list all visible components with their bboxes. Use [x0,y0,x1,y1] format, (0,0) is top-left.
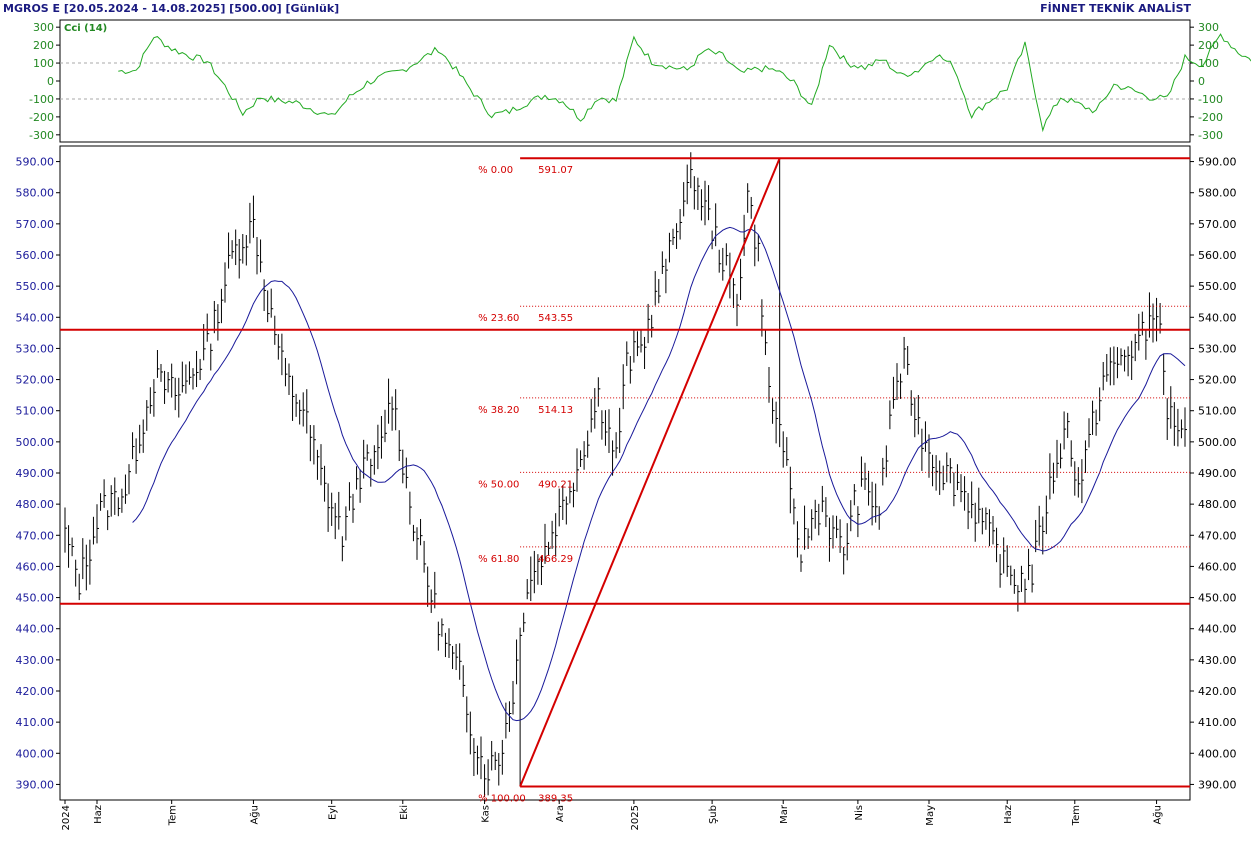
date-tick-label: May [925,805,936,826]
cci-legend-label: Cci (14) [64,23,107,34]
date-tick-label: 2025 [630,805,641,830]
fib-level-value: 389.35 [538,793,573,804]
date-tick-label: Haz [93,805,104,824]
price-tick-label-left: 480.00 [16,498,55,511]
date-tick-label: Tem [168,805,179,826]
cci-tick-label-right: -200 [1198,111,1223,124]
cci-tick-label-left: -200 [29,111,54,124]
price-frame [59,145,1191,801]
price-tick-label-left: 420.00 [16,685,55,698]
price-tick-label-right: 490.00 [1198,467,1237,480]
date-tick-label: Eki [399,805,410,820]
price-tick-label-left: 540.00 [16,311,55,324]
date-tick-label: Eyl [328,805,339,820]
cci-tick-label-left: 200 [33,39,54,52]
price-tick-label-right: 440.00 [1198,623,1237,636]
price-tick-label-left: 450.00 [16,592,55,605]
cci-frame [59,19,1191,143]
fib-level-pct: % 0.00 [478,165,513,176]
date-tick-label: Şub [708,805,719,824]
price-tick-label-right: 460.00 [1198,560,1237,573]
price-tick-label-left: 580.00 [16,187,55,200]
price-tick-label-left: 570.00 [16,218,55,231]
price-tick-label-left: 500.00 [16,436,55,449]
price-tick-label-left: 400.00 [16,747,55,760]
cci-tick-label-left: -100 [29,93,54,106]
price-tick-label-right: 540.00 [1198,311,1237,324]
price-tick-label-right: 560.00 [1198,249,1237,262]
date-tick-label: Ara [555,805,566,822]
price-tick-label-right: 420.00 [1198,685,1237,698]
fib-level-pct: % 100.00 [478,793,526,804]
fib-level-value: 466.29 [538,554,573,565]
fib-level-value: 543.55 [538,313,573,324]
fib-level-value: 514.13 [538,405,573,416]
price-tick-label-right: 510.00 [1198,405,1237,418]
fib-level-pct: % 23.60 [478,313,519,324]
chart-canvas[interactable]: 300 300200 200100 1000 0-100 -100-200 -200-300… [0,0,1251,841]
fib-level-pct: % 38.20 [478,405,519,416]
fib-level-pct: % 50.00 [478,479,519,490]
date-tick-label: Tem [1071,805,1082,826]
price-tick-label-left: 390.00 [16,778,55,791]
cci-tick-label-left: -300 [29,129,54,142]
price-tick-label-left: 460.00 [16,560,55,573]
fib-level-pct: % 61.80 [478,554,519,565]
price-tick-label-right: 520.00 [1198,374,1237,387]
price-tick-label-right: 530.00 [1198,342,1237,355]
price-tick-label-right: 450.00 [1198,592,1237,605]
price-tick-label-right: 470.00 [1198,529,1237,542]
price-panel: 590.00 590.00 580.00 580.00 570.00 570.00 560.… [16,152,1237,804]
date-tick-label: 2024 [61,805,72,830]
price-tick-label-right: 410.00 [1198,716,1237,729]
price-tick-label-right: 500.00 [1198,436,1237,449]
date-tick-label: Kas [481,805,492,823]
date-tick-label: Ağu [1152,805,1164,825]
price-tick-label-left: 490.00 [16,467,55,480]
price-tick-label-right: 590.00 [1198,156,1237,169]
cci-tick-label-left: 100 [33,57,54,70]
cci-panel: 300 300200 200100 1000 0-100 -100-200 -200-300… [29,21,1251,142]
price-tick-label-right: 570.00 [1198,218,1237,231]
price-tick-label-right: 580.00 [1198,187,1237,200]
price-tick-label-right: 400.00 [1198,747,1237,760]
date-tick-label: Mar [779,804,790,824]
cci-tick-label-right: 0 [1198,75,1205,88]
fib-trend-line [519,157,781,787]
price-tick-label-left: 430.00 [16,654,55,667]
price-tick-label-left: 520.00 [16,374,55,387]
fib-level-value: 490.21 [538,479,573,490]
panel-frames [59,19,1191,801]
date-tick-label: Nis [854,805,865,820]
cci-tick-label-right: -300 [1198,129,1223,142]
price-tick-label-left: 470.00 [16,529,55,542]
price-tick-label-right: 390.00 [1198,778,1237,791]
date-tick-label: Haz [1003,805,1014,824]
price-tick-label-left: 590.00 [16,156,55,169]
cci-tick-label-right: -100 [1198,93,1223,106]
price-tick-label-left: 560.00 [16,249,55,262]
price-tick-label-left: 410.00 [16,716,55,729]
cci-tick-label-left: 300 [33,21,54,34]
date-tick-label: Ağu [248,805,260,825]
price-tick-label-right: 550.00 [1198,280,1237,293]
cci-tick-label-right: 300 [1198,21,1219,34]
price-tick-label-right: 480.00 [1198,498,1237,511]
date-axis: 2024 Haz Tem Ağu Eyl Eki Kas Ara 2025 Şub Mar Nis Ma… [61,800,1164,830]
cci-tick-label-right: 100 [1198,57,1219,70]
price-tick-label-right: 430.00 [1198,654,1237,667]
cci-tick-label-left: 0 [47,75,54,88]
price-tick-label-left: 530.00 [16,342,55,355]
fib-level-value: 591.07 [538,165,573,176]
price-tick-label-left: 550.00 [16,280,55,293]
price-tick-label-left: 440.00 [16,623,55,636]
price-tick-label-left: 510.00 [16,405,55,418]
cci-line [118,33,1251,133]
